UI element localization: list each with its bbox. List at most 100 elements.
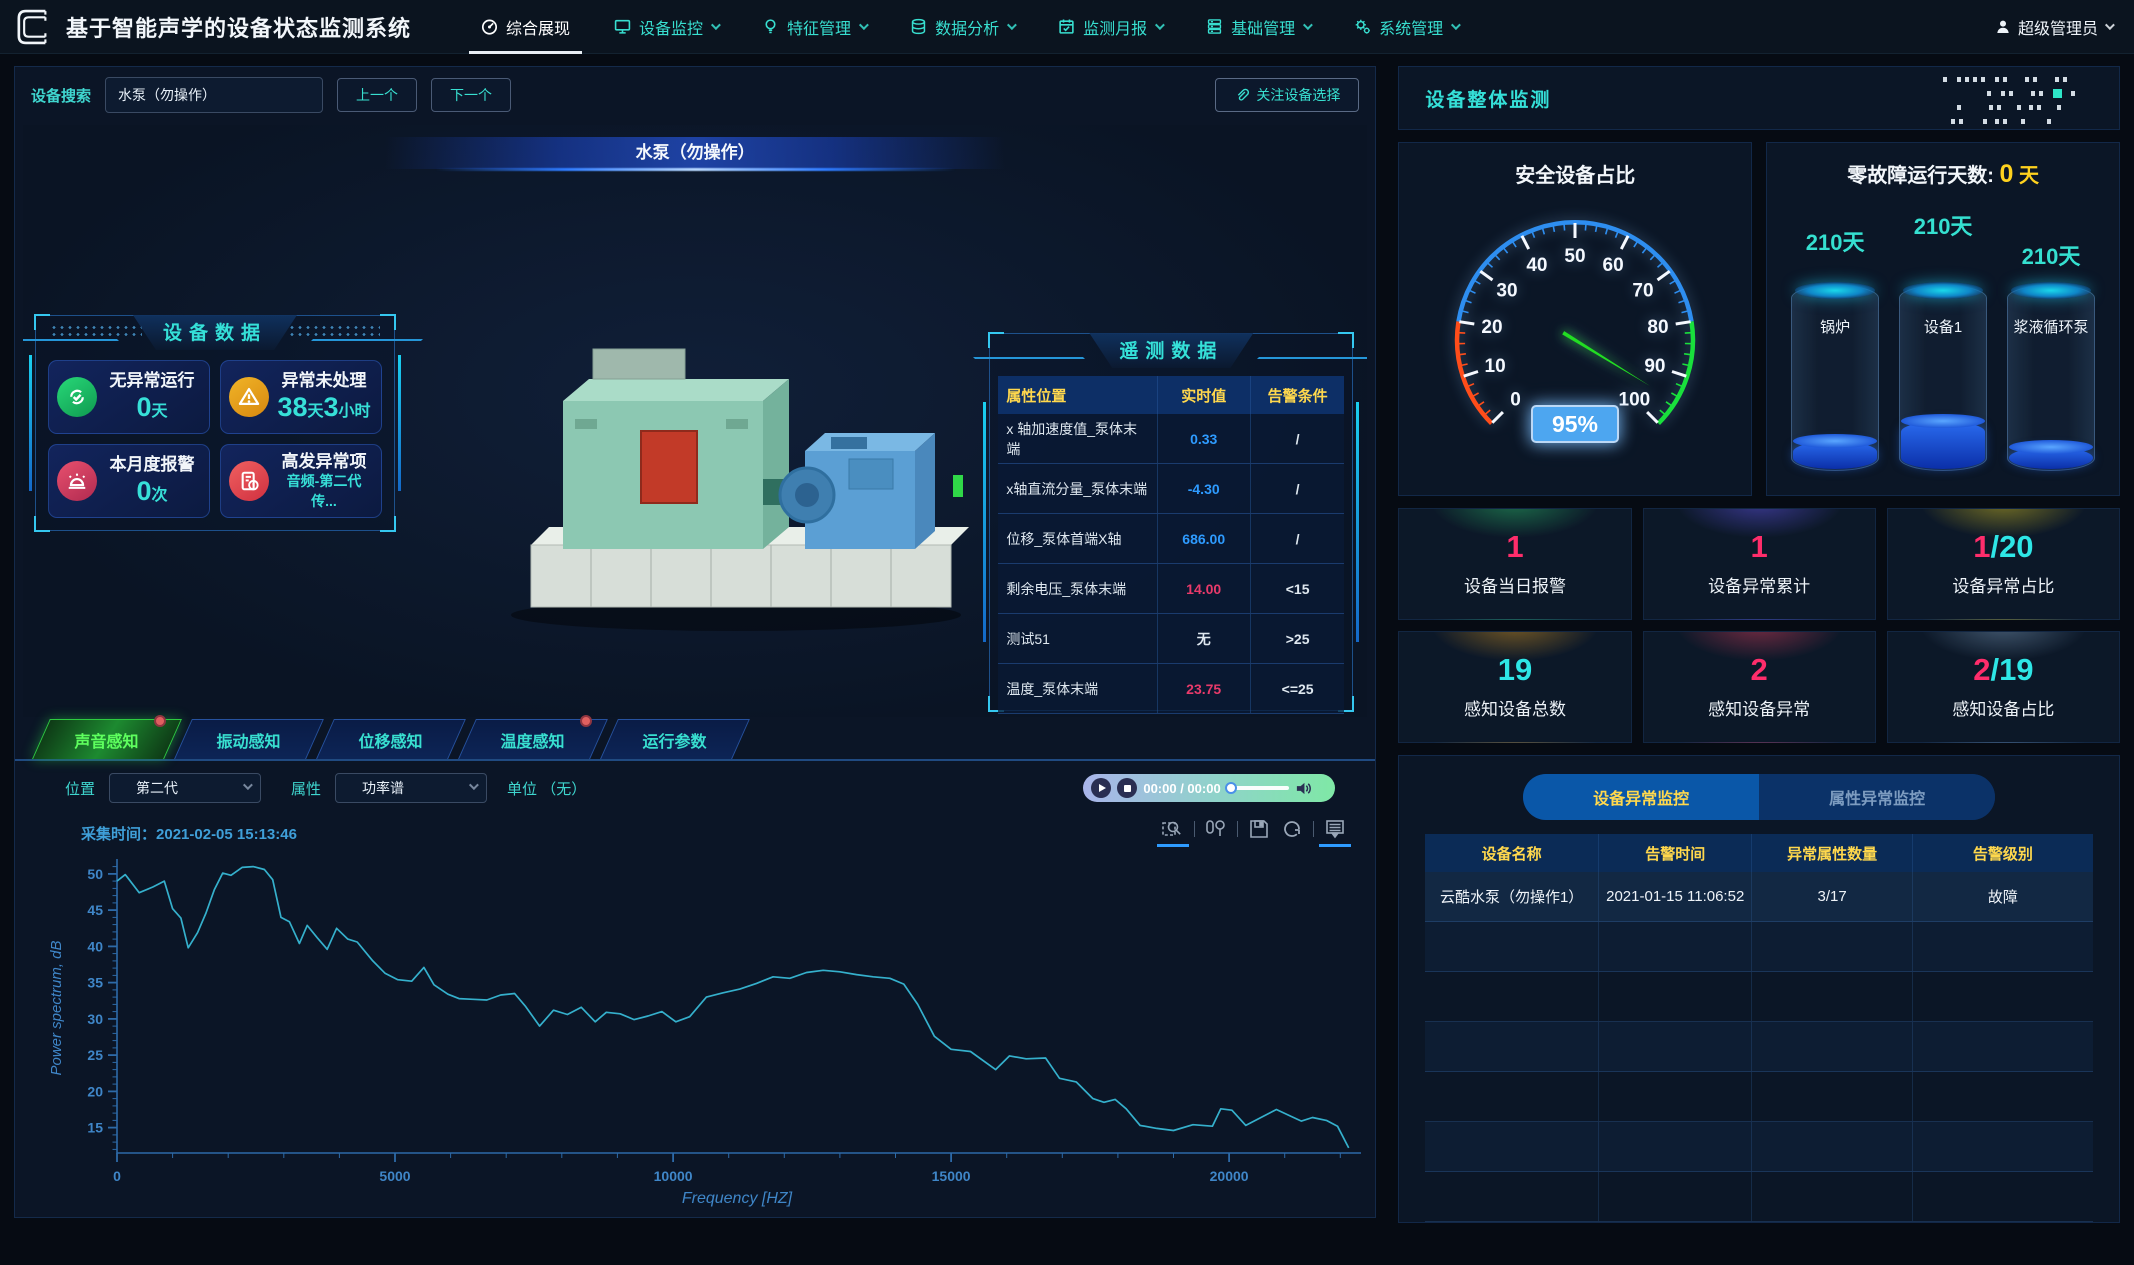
chevron-down-icon <box>2105 20 2115 30</box>
chevron-down-icon <box>1007 20 1017 30</box>
database-icon <box>910 18 927 35</box>
zoom-tool-icon[interactable] <box>1161 817 1185 841</box>
alarm-header: 告警时间 <box>1599 834 1753 872</box>
stat-value: 1 <box>1751 531 1768 562</box>
telemetry-row[interactable]: 测试51无>25 <box>998 614 1344 664</box>
cylinder-days: 210天 <box>2022 239 2081 271</box>
telemetry-row[interactable]: 剩余电压_泵体末端14.00<15 <box>998 564 1344 614</box>
doc-alert-icon <box>229 461 269 501</box>
restore-icon[interactable] <box>1280 817 1304 841</box>
alarm-row[interactable]: 云酷水泵（勿操作1）2021-01-15 11:06:523/17故障 <box>1425 872 2093 922</box>
alarm-cell <box>1599 1072 1753 1121</box>
telemetry-cell: 温度_泵体末端 <box>998 664 1157 713</box>
telemetry-cell: >25 <box>1251 614 1344 663</box>
nav-item-4[interactable]: 数据分析 <box>910 0 1014 54</box>
sensing-tab-4[interactable]: 温度感知 <box>458 719 608 759</box>
alarm-empty-row <box>1425 1122 2093 1172</box>
save-image-icon[interactable] <box>1247 817 1271 841</box>
alarm-tab-2[interactable]: 属性异常监控 <box>1759 774 1995 820</box>
3d-viewer[interactable]: 水泵（勿操作） <box>23 125 1367 717</box>
attribute-select[interactable]: 功率谱 <box>335 773 487 803</box>
sync-check-icon <box>57 377 97 417</box>
spectrum-chart[interactable]: 152025303540455005000100001500020000Powe… <box>37 855 1367 1207</box>
telemetry-title: 遥测数据 <box>1089 333 1253 368</box>
device-data-card-2: 异常未处理38天3小时 <box>220 360 382 434</box>
pump-3d-model[interactable] <box>501 283 971 643</box>
sensing-tab-5[interactable]: 运行参数 <box>600 719 750 759</box>
chevron-down-icon <box>469 780 479 790</box>
page-title: 基于智能声学的设备状态监测系统 <box>66 11 411 43</box>
stat-value: 1 <box>1506 531 1523 562</box>
telemetry-cell: -4.30 <box>1158 464 1251 513</box>
zero-fault-value: 0 <box>1999 160 2013 188</box>
sensing-tab-1[interactable]: 声音感知 <box>32 719 182 759</box>
alarm-cell <box>1913 972 2093 1021</box>
position-label: 位置 <box>65 778 95 799</box>
nav-item-1[interactable]: 综合展现 <box>481 0 570 54</box>
stats-grid: 1设备当日报警1设备异常累计1/20设备异常占比19感知设备总数2感知设备异常2… <box>1398 508 2120 743</box>
device-data-cards: 无异常运行0天异常未处理38天3小时本月度报警0次高发异常项音频-第二代传... <box>48 360 382 518</box>
telemetry-row[interactable]: 温度_泵体末端23.75<=25 <box>998 664 1344 714</box>
decor-dots <box>1943 77 2093 127</box>
svg-text:25: 25 <box>87 1047 103 1063</box>
telemetry-cell: / <box>1251 414 1344 463</box>
alarm-cell <box>1425 1072 1599 1121</box>
stat-value: 2/19 <box>1973 654 2033 685</box>
alarm-cell <box>1752 1072 1912 1121</box>
nav-item-5[interactable]: 监测月报 <box>1058 0 1162 54</box>
alarm-cell <box>1599 922 1753 971</box>
user-icon <box>1995 19 2011 35</box>
tab-label: 声音感知 <box>75 728 139 752</box>
zero-fault-card: 零故障运行天数: 0 天 210天 锅炉 210天 设备1 210天 浆液循环泵 <box>1766 142 2120 496</box>
alarm-cell <box>1752 1122 1912 1171</box>
alarm-icon <box>66 470 88 492</box>
alarm-cell <box>1599 1172 1753 1221</box>
nav-item-3[interactable]: 特征管理 <box>762 0 866 54</box>
device-data-card-4: 高发异常项音频-第二代传... <box>220 444 382 518</box>
nav-item-2[interactable]: 设备监控 <box>614 0 718 54</box>
stop-button[interactable] <box>1117 778 1137 798</box>
telemetry-row[interactable]: x轴直流分量_泵体末端-4.30/ <box>998 464 1344 514</box>
prev-device-button[interactable]: 上一个 <box>337 78 417 112</box>
cylinder-top-glow <box>2011 282 2091 299</box>
follow-device-button[interactable]: 关注设备选择 <box>1215 78 1359 112</box>
device-search-input[interactable] <box>105 77 323 113</box>
zoom-reset-icon[interactable] <box>1204 817 1228 841</box>
telemetry-panel: 遥测数据 属性位置实时值告警条件x 轴加速度值_泵体末端0.33/x轴直流分量_… <box>989 333 1353 711</box>
stat-card-3: 1/20设备异常占比 <box>1887 508 2120 620</box>
follow-device-label: 关注设备选择 <box>1256 85 1340 105</box>
alarm-icon <box>57 461 97 501</box>
volume-button[interactable] <box>1295 780 1312 797</box>
overview-header: 设备整体监测 <box>1398 66 2120 130</box>
telemetry-cell: / <box>1251 514 1344 563</box>
overview-title: 设备整体监测 <box>1425 85 1551 112</box>
gears-icon <box>1354 18 1371 35</box>
player-seekbar[interactable] <box>1227 786 1289 790</box>
alarm-tab-1[interactable]: 设备异常监控 <box>1523 774 1759 820</box>
alarm-empty-row <box>1425 972 2093 1022</box>
nav-item-6[interactable]: 基础管理 <box>1206 0 1310 54</box>
user-menu[interactable]: 超级管理员 <box>1995 15 2112 39</box>
alarm-header-row: 设备名称告警时间异常属性数量告警级别 <box>1425 834 2093 872</box>
search-label: 设备搜索 <box>31 85 91 106</box>
play-button[interactable] <box>1091 778 1111 798</box>
telemetry-header: 属性位置 <box>998 376 1157 414</box>
alarm-cell: 故障 <box>1913 872 2093 921</box>
telemetry-row[interactable]: 位移_泵体首端X轴686.00/ <box>998 514 1344 564</box>
stat-label: 设备当日报警 <box>1464 572 1566 597</box>
stat-label: 感知设备占比 <box>1952 695 2054 720</box>
alarm-cell <box>1913 1022 2093 1071</box>
cylinder-name: 设备1 <box>1903 317 1983 340</box>
sensing-tab-3[interactable]: 位移感知 <box>316 719 466 759</box>
telemetry-cell: 无 <box>1158 614 1251 663</box>
telemetry-row[interactable]: x 轴加速度值_泵体末端0.33/ <box>998 414 1344 464</box>
nav-item-7[interactable]: 系统管理 <box>1354 0 1458 54</box>
alarm-tabs: 设备异常监控属性异常监控 <box>1523 774 1995 820</box>
position-select[interactable]: 第二代 <box>109 773 261 803</box>
svg-text:30: 30 <box>1497 281 1518 302</box>
data-view-icon[interactable] <box>1323 817 1347 841</box>
chevron-down-icon <box>1155 20 1165 30</box>
sensing-tab-2[interactable]: 振动感知 <box>174 719 324 759</box>
next-device-button[interactable]: 下一个 <box>431 78 511 112</box>
player-seek-knob[interactable] <box>1225 782 1237 794</box>
